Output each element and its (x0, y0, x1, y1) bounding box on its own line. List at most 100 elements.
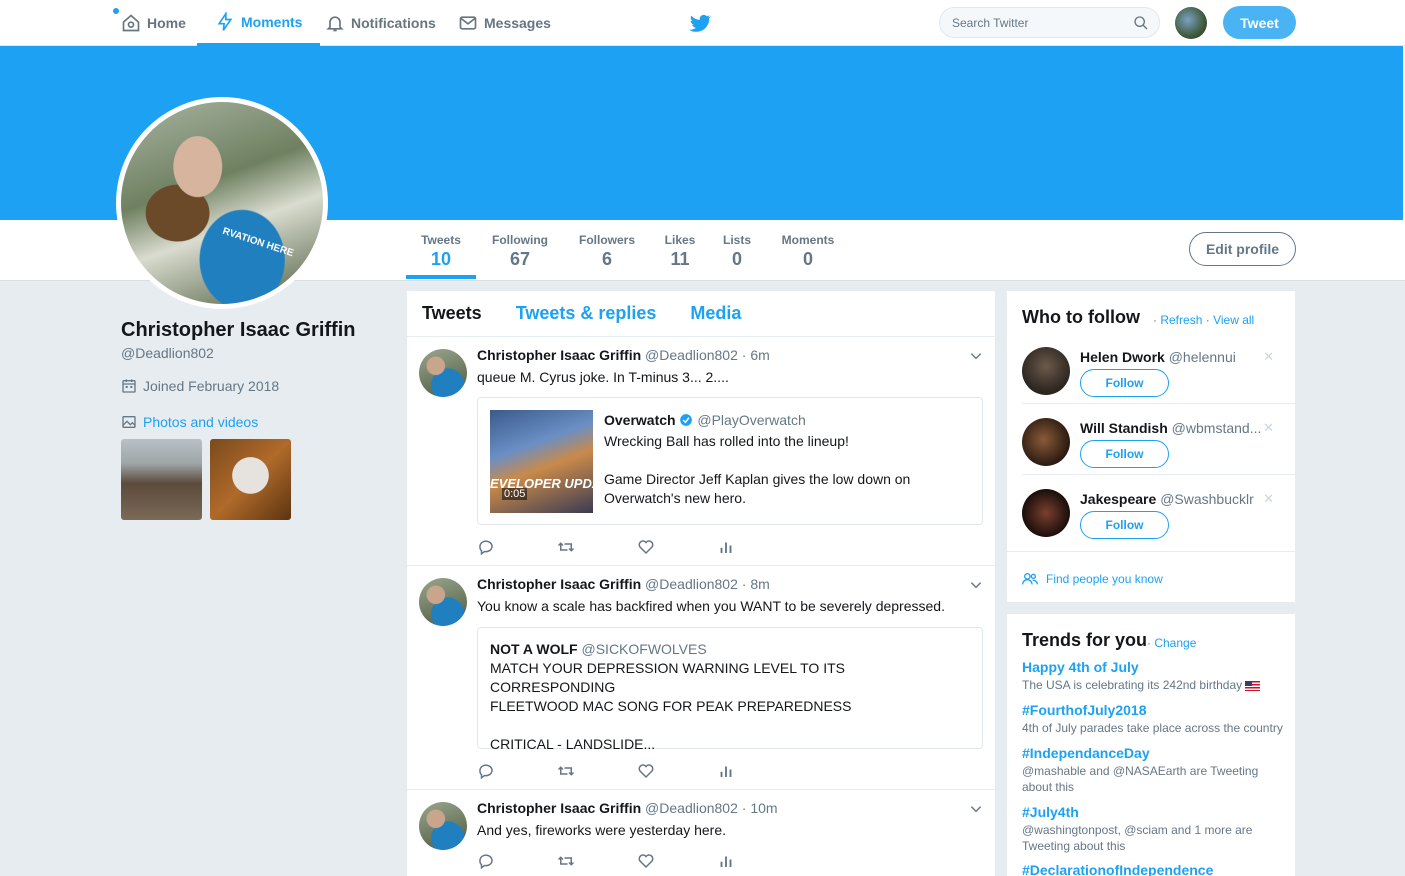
retweet-button[interactable] (557, 762, 637, 780)
tweet-meta[interactable]: @Deadlion802 · 8m (645, 576, 770, 592)
tweet-text: You know a scale has backfired when you … (477, 598, 945, 614)
change-link[interactable]: Change (1154, 636, 1196, 650)
twitter-bird-icon[interactable] (688, 11, 712, 35)
profile-handle[interactable]: @Deadlion802 (121, 345, 214, 361)
reply-button[interactable] (477, 538, 557, 556)
suggested-user[interactable]: Jakespeare @Swashbucklr ✕ Follow (1022, 489, 1280, 559)
trend-name[interactable]: Happy 4th of July (1022, 659, 1287, 675)
tweet-avatar[interactable] (419, 349, 467, 397)
nav-moments[interactable]: Moments (197, 0, 321, 46)
find-people-link[interactable]: Find people you know (1022, 572, 1163, 586)
home-icon (122, 14, 140, 32)
tab-tweets-and-replies[interactable]: Tweets & replies (516, 303, 657, 324)
nav-home-label: Home (147, 15, 186, 31)
chevron-down-icon[interactable] (969, 578, 983, 592)
photos-and-videos-link[interactable]: Photos and videos (121, 414, 258, 430)
tweet[interactable]: Christopher Isaac Griffin @Deadlion802 ·… (407, 566, 995, 790)
follow-button[interactable]: Follow (1080, 440, 1169, 468)
trend-item[interactable]: Happy 4th of July The USA is celebrating… (1022, 659, 1287, 693)
reply-icon (479, 854, 493, 870)
active-stat-underline (406, 275, 476, 279)
suggested-user-display-name: Helen Dwork (1080, 349, 1165, 365)
trend-name[interactable]: #July4th (1022, 804, 1287, 820)
analytics-button[interactable] (717, 538, 797, 556)
stat-lists[interactable]: Lists 0 (718, 233, 756, 270)
retweet-button[interactable] (557, 538, 637, 556)
media-thumbnail[interactable] (210, 439, 291, 520)
suggested-user-avatar[interactable] (1022, 489, 1070, 537)
nav-home[interactable]: Home (121, 0, 186, 46)
tweet[interactable]: Christopher Isaac Griffin @Deadlion802 ·… (407, 337, 995, 566)
dismiss-icon[interactable]: ✕ (1263, 420, 1274, 436)
stat-moments[interactable]: Moments 0 (776, 233, 840, 270)
search-input[interactable] (952, 15, 1122, 30)
lightning-icon (217, 11, 233, 31)
account-avatar[interactable] (1175, 7, 1207, 39)
trend-item[interactable]: #DeclarationofIndependence (1022, 862, 1287, 876)
chevron-down-icon[interactable] (969, 349, 983, 363)
video-thumbnail[interactable]: EVELOPER UPDATE 0:05 (490, 410, 593, 513)
analytics-button[interactable] (717, 762, 797, 780)
stat-following[interactable]: Following 67 (488, 233, 552, 270)
tweet-header: Christopher Isaac Griffin @Deadlion802 ·… (477, 576, 770, 592)
tab-tweets[interactable]: Tweets (422, 303, 482, 324)
trend-name[interactable]: #FourthofJuly2018 (1022, 702, 1287, 718)
view-all-link[interactable]: View all (1213, 313, 1254, 327)
suggested-user-avatar[interactable] (1022, 418, 1070, 466)
analytics-button[interactable] (717, 852, 797, 870)
like-button[interactable] (637, 538, 717, 556)
suggested-user-name[interactable]: Will Standish @wbmstand... (1080, 420, 1280, 436)
chevron-down-icon[interactable] (969, 802, 983, 816)
tweet[interactable]: Christopher Isaac Griffin @Deadlion802 ·… (407, 790, 995, 876)
tab-media[interactable]: Media (690, 303, 741, 324)
search-box[interactable] (939, 7, 1160, 38)
nav-notifications[interactable]: Notifications (325, 0, 436, 46)
trend-item[interactable]: #July4th @washingtonpost, @sciam and 1 m… (1022, 804, 1287, 854)
reply-button[interactable] (477, 762, 557, 780)
nav-messages-label: Messages (484, 15, 551, 31)
suggested-user-display-name: Jakespeare (1080, 491, 1157, 507)
bell-icon (326, 16, 344, 32)
tweet-avatar[interactable] (419, 578, 467, 626)
refresh-link[interactable]: Refresh (1160, 313, 1202, 327)
quoted-line: MATCH YOUR DEPRESSION WARNING LEVEL TO I… (490, 660, 845, 695)
suggested-user-name[interactable]: Jakespeare @Swashbucklr (1080, 491, 1280, 507)
media-thumbnail[interactable] (121, 439, 202, 520)
reply-button[interactable] (477, 852, 557, 870)
trend-item[interactable]: #FourthofJuly2018 4th of July parades ta… (1022, 702, 1287, 736)
edit-profile-button[interactable]: Edit profile (1189, 232, 1296, 266)
tweet-author-name[interactable]: Christopher Isaac Griffin (477, 347, 641, 363)
profile-avatar[interactable]: RVATION HERE (116, 97, 328, 309)
like-button[interactable] (637, 762, 717, 780)
trend-name[interactable]: #IndependanceDay (1022, 745, 1287, 761)
compose-tweet-button[interactable]: Tweet (1223, 6, 1296, 39)
quoted-tweet[interactable]: NOT A WOLF @SICKOFWOLVES MATCH YOUR DEPR… (477, 627, 983, 752)
suggested-user[interactable]: Helen Dwork @helennui ✕ Follow (1022, 347, 1280, 417)
nav-messages[interactable]: Messages (458, 0, 551, 46)
quoted-tweet[interactable]: EVELOPER UPDATE 0:05 Overwatch @PlayOver… (477, 397, 983, 525)
stat-followers[interactable]: Followers 6 (575, 233, 639, 270)
tweet-header: Christopher Isaac Griffin @Deadlion802 ·… (477, 347, 770, 363)
trend-item[interactable]: #IndependanceDay @mashable and @NASAEart… (1022, 745, 1287, 795)
tweet-avatar[interactable] (419, 802, 467, 850)
suggested-user-avatar[interactable] (1022, 347, 1070, 395)
dismiss-icon[interactable]: ✕ (1263, 491, 1274, 507)
profile-name[interactable]: Christopher Isaac Griffin (121, 319, 356, 342)
dismiss-icon[interactable]: ✕ (1263, 349, 1274, 365)
tweet-meta[interactable]: @Deadlion802 · 6m (645, 347, 770, 363)
people-icon (1022, 573, 1038, 585)
stat-likes[interactable]: Likes 11 (660, 233, 700, 270)
like-button[interactable] (637, 852, 717, 870)
suggested-user-handle: @wbmstand... (1171, 420, 1262, 436)
tweet-author-name[interactable]: Christopher Isaac Griffin (477, 800, 641, 816)
stat-tweets[interactable]: Tweets 10 (406, 233, 476, 270)
follow-button[interactable]: Follow (1080, 369, 1169, 397)
tweet-author-name[interactable]: Christopher Isaac Griffin (477, 576, 641, 592)
follow-button[interactable]: Follow (1080, 511, 1169, 539)
tweet-meta[interactable]: @Deadlion802 · 10m (645, 800, 778, 816)
search-icon[interactable] (1133, 15, 1149, 31)
trend-name[interactable]: #DeclarationofIndependence (1022, 862, 1287, 876)
suggested-user-name[interactable]: Helen Dwork @helennui (1080, 349, 1280, 365)
suggested-user[interactable]: Will Standish @wbmstand... ✕ Follow (1022, 418, 1280, 488)
retweet-button[interactable] (557, 852, 637, 870)
